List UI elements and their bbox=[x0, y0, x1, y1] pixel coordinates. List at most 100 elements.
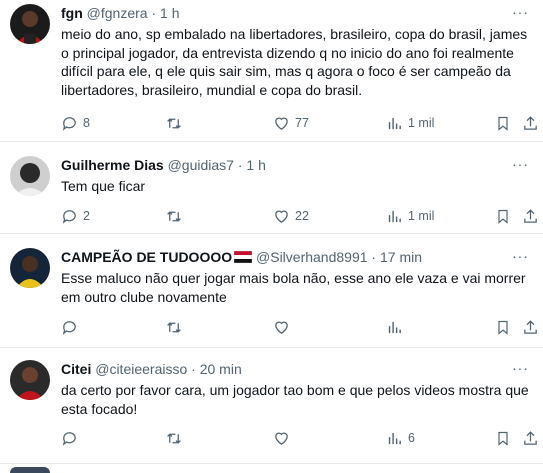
display-name[interactable]: Guilherme Dias bbox=[61, 157, 164, 173]
like-button[interactable]: 22 bbox=[273, 207, 309, 225]
like-count: 22 bbox=[295, 209, 309, 223]
timestamp[interactable]: 17 min bbox=[380, 249, 422, 265]
action-bar: 2 22 1 mil bbox=[61, 207, 543, 225]
reply-button[interactable] bbox=[61, 318, 83, 336]
like-icon bbox=[275, 321, 288, 334]
separator: · bbox=[191, 361, 196, 377]
tweet[interactable]: CAMPEÃO DE TUDOOOO @Silverhand8991 · 17 … bbox=[0, 234, 543, 348]
views-button[interactable]: 1 mil bbox=[386, 114, 434, 132]
reply-count: 2 bbox=[83, 209, 90, 223]
like-button[interactable] bbox=[273, 429, 295, 447]
like-icon bbox=[275, 432, 288, 445]
avatar[interactable] bbox=[10, 248, 50, 288]
bookmark-icon bbox=[498, 116, 508, 131]
tweet[interactable]: Guilherme Dias @guidias7 · 1 h ··· Tem q… bbox=[0, 142, 543, 234]
user-handle[interactable]: @fgnzera bbox=[87, 5, 148, 21]
retweet-button[interactable] bbox=[165, 207, 188, 225]
action-bar bbox=[61, 318, 543, 336]
views-count: 1 mil bbox=[408, 116, 435, 130]
views-count: 6 bbox=[408, 431, 415, 445]
share-icon bbox=[524, 319, 537, 334]
tweet-header: fgn @fgnzera · 1 h bbox=[61, 4, 180, 22]
avatar[interactable] bbox=[10, 4, 50, 44]
bookmark-button[interactable] bbox=[495, 318, 511, 336]
views-count: 1 mil bbox=[408, 209, 435, 223]
reply-button[interactable] bbox=[61, 429, 83, 447]
user-handle[interactable]: @Silverhand8991 bbox=[256, 249, 368, 265]
share-button[interactable] bbox=[522, 429, 539, 447]
retweet-icon bbox=[167, 321, 181, 333]
reply-count: 8 bbox=[83, 116, 90, 130]
tweet-header: CAMPEÃO DE TUDOOOO @Silverhand8991 · 17 … bbox=[61, 248, 422, 266]
retweet-button[interactable] bbox=[165, 429, 188, 447]
like-icon bbox=[275, 210, 288, 223]
views-icon bbox=[388, 117, 401, 129]
tweet-header: Citei @citeieeraisso · 20 min bbox=[61, 360, 242, 378]
views-button[interactable]: 1 mil bbox=[386, 207, 434, 225]
action-bar: 6 bbox=[61, 429, 543, 447]
reply-icon bbox=[62, 320, 76, 335]
text-line: meio do ano, sp embalado na libertadores… bbox=[61, 26, 528, 42]
views-button[interactable] bbox=[386, 318, 408, 336]
bookmark-button[interactable] bbox=[495, 207, 511, 225]
tweet-text: Tem que ficar bbox=[61, 177, 539, 196]
retweet-icon bbox=[167, 432, 181, 444]
views-icon bbox=[388, 432, 401, 444]
avatar[interactable] bbox=[10, 156, 50, 196]
timestamp[interactable]: 1 h bbox=[160, 5, 179, 21]
user-handle[interactable]: @guidias7 bbox=[168, 157, 234, 173]
flag-icon bbox=[233, 249, 253, 264]
separator: · bbox=[237, 157, 243, 173]
share-icon bbox=[524, 115, 537, 130]
share-button[interactable] bbox=[522, 318, 539, 336]
share-icon bbox=[524, 208, 537, 223]
share-button[interactable] bbox=[522, 207, 539, 225]
text-line: libertadores, brasileiro, mundial e copa… bbox=[61, 81, 363, 98]
more-icon[interactable]: ··· bbox=[512, 156, 529, 172]
tweet[interactable]: fgn @fgnzera · 1 h ··· meio do ano, sp e… bbox=[0, 0, 543, 142]
like-button[interactable] bbox=[273, 318, 295, 336]
share-icon bbox=[524, 430, 537, 445]
like-button[interactable]: 77 bbox=[273, 114, 309, 132]
bookmark-icon bbox=[498, 320, 508, 335]
display-name[interactable]: Citei bbox=[61, 361, 91, 377]
text-line: o principal jogador, da entrevista dizen… bbox=[61, 44, 514, 61]
reply-button[interactable]: 8 bbox=[61, 114, 90, 132]
display-name[interactable]: CAMPEÃO DE TUDOOOO bbox=[61, 249, 232, 265]
tweet-text: Esse maluco não quer jogar mais bola não… bbox=[61, 269, 539, 306]
tweet-text: meio do ano, sp embalado na libertadores… bbox=[61, 25, 539, 99]
share-button[interactable] bbox=[522, 114, 539, 132]
retweet-icon bbox=[167, 210, 181, 222]
bookmark-icon bbox=[498, 431, 508, 446]
more-icon[interactable]: ··· bbox=[512, 248, 529, 264]
action-bar: 8 77 1 mil bbox=[61, 114, 543, 132]
avatar[interactable] bbox=[10, 467, 50, 473]
views-button[interactable]: 6 bbox=[386, 429, 415, 447]
reply-icon bbox=[62, 431, 76, 446]
user-handle[interactable]: @citeieeraisso bbox=[95, 361, 187, 377]
retweet-icon bbox=[167, 117, 181, 129]
display-name[interactable]: fgn bbox=[61, 5, 83, 21]
bookmark-button[interactable] bbox=[495, 114, 511, 132]
tweet-text: da certo por favor cara, um jogador tao … bbox=[61, 381, 539, 418]
bookmark-button[interactable] bbox=[495, 429, 511, 447]
more-icon[interactable]: ··· bbox=[512, 4, 529, 20]
avatar[interactable] bbox=[10, 360, 50, 400]
separator: · bbox=[371, 249, 377, 265]
text-line: difícil para ele, q ele quis sair sim, m… bbox=[61, 63, 511, 79]
tweet[interactable]: Citei @citeieeraisso · 20 min ··· da cer… bbox=[0, 348, 543, 464]
timestamp[interactable]: 1 h bbox=[246, 157, 265, 173]
text-line: Esse maluco não quer jogar mais bola não… bbox=[61, 270, 526, 286]
reply-button[interactable]: 2 bbox=[61, 207, 90, 225]
retweet-button[interactable] bbox=[165, 114, 188, 132]
views-icon bbox=[388, 210, 401, 222]
retweet-button[interactable] bbox=[165, 318, 188, 336]
timestamp[interactable]: 20 min bbox=[200, 361, 242, 377]
reply-icon bbox=[62, 116, 76, 131]
reply-icon bbox=[62, 209, 76, 224]
tweet-header: Guilherme Dias @guidias7 · 1 h bbox=[61, 156, 266, 174]
text-line: da certo por favor cara, um jogador tao … bbox=[61, 382, 529, 398]
like-count: 77 bbox=[295, 116, 309, 130]
bookmark-icon bbox=[498, 209, 508, 224]
more-icon[interactable]: ··· bbox=[512, 360, 529, 376]
